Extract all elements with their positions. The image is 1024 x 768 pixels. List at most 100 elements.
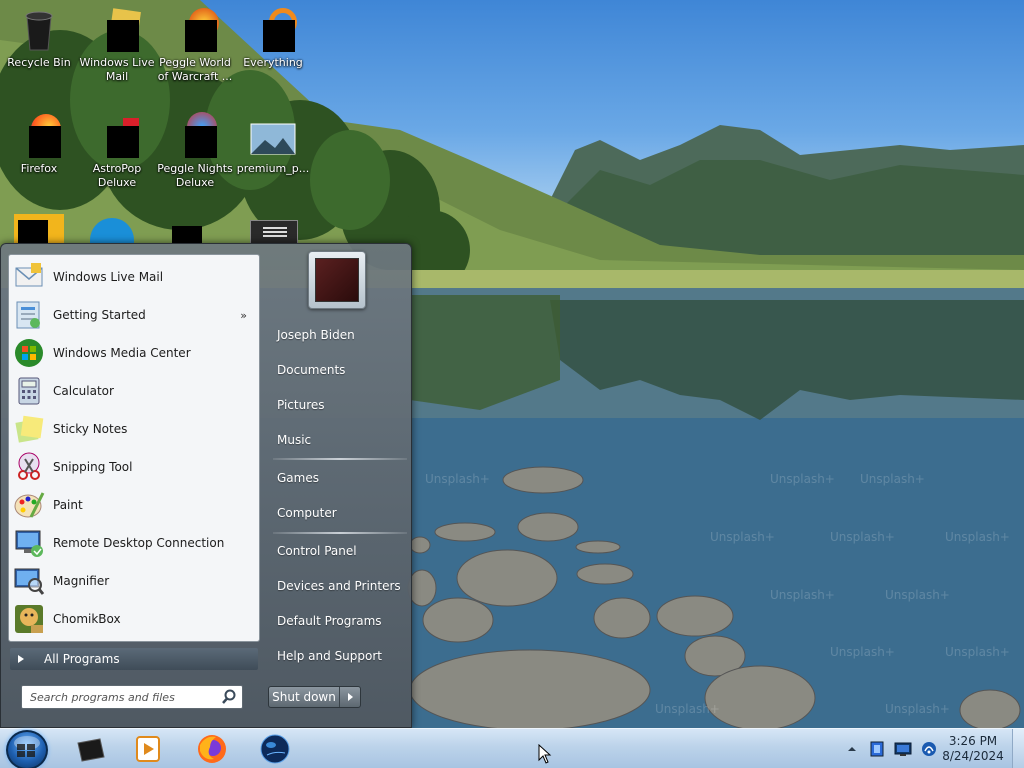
clock-date: 8/24/2024 <box>942 749 1004 763</box>
desktop-icon-label: Recycle Bin <box>7 56 71 69</box>
show-desktop-button[interactable] <box>1012 729 1024 768</box>
watermark-text: Unsplash+ <box>885 588 950 602</box>
partial-desktop-icon <box>14 214 64 244</box>
desktop-icon-peggle-nights[interactable]: Peggle Nights Deluxe <box>156 112 234 190</box>
start-program-chomikbox[interactable]: ChomikBox <box>13 601 257 637</box>
start-button[interactable] <box>6 730 48 768</box>
start-program-getting-started[interactable]: Getting Started » <box>13 297 257 333</box>
scissors-icon <box>18 452 40 480</box>
getting-started-icon <box>16 301 40 329</box>
watermark-text: Unsplash+ <box>860 472 925 486</box>
watermark-text: Unsplash+ <box>885 702 950 716</box>
taskbar-media-player[interactable] <box>130 733 166 765</box>
game-icon <box>93 112 141 160</box>
search-icon[interactable] <box>220 688 238 706</box>
network-icon[interactable] <box>920 740 938 758</box>
desktop-icon-everything[interactable]: Everything <box>234 6 312 70</box>
start-link-documents[interactable]: Documents <box>267 355 407 385</box>
partial-desktop-icon <box>250 220 298 244</box>
windows-logo-icon <box>17 744 35 757</box>
game-icon <box>171 112 219 160</box>
desktop-icon-peggle-wow[interactable]: Peggle World of Warcraft ... <box>156 6 234 84</box>
taskbar-globe-app[interactable] <box>257 733 293 765</box>
desktop-icon-label: premium_p... <box>236 162 310 175</box>
desktop-icon-premium-image[interactable]: premium_p... <box>234 112 312 176</box>
monitor-icon[interactable] <box>894 740 912 758</box>
start-program-windows-media-center[interactable]: Windows Media Center <box>13 335 257 371</box>
shutdown-options-button[interactable] <box>340 687 360 707</box>
start-link-devices-printers[interactable]: Devices and Printers <box>267 571 407 601</box>
start-link-help-support[interactable]: Help and Support <box>267 641 407 671</box>
start-link-pictures[interactable]: Pictures <box>267 390 407 420</box>
magnifier-icon <box>14 568 45 595</box>
start-program-paint[interactable]: Paint <box>13 487 257 523</box>
expand-arrow-icon <box>18 655 24 663</box>
clock-time: 3:26 PM <box>948 734 998 748</box>
start-search-box[interactable] <box>21 685 243 709</box>
calculator-icon <box>18 377 40 405</box>
watermark-text: Unsplash+ <box>830 645 895 659</box>
start-link-games[interactable]: Games <box>267 463 407 493</box>
start-program-calculator[interactable]: Calculator <box>13 373 257 409</box>
start-program-sticky-notes[interactable]: Sticky Notes <box>13 411 257 447</box>
desktop-icon-label: AstroPop Deluxe <box>92 162 142 189</box>
game-icon <box>171 6 219 54</box>
taskbar: 3:26 PM 8/24/2024 <box>0 728 1024 768</box>
firefox-icon <box>198 735 226 763</box>
desktop-icon-windows-live-mail[interactable]: Windows Live Mail <box>78 6 156 84</box>
user-avatar[interactable] <box>308 251 366 309</box>
watermark-text: Unsplash+ <box>945 530 1010 544</box>
remote-desktop-icon <box>15 530 43 557</box>
start-link-music[interactable]: Music <box>267 425 407 455</box>
media-player-icon <box>136 736 160 762</box>
start-menu-programs-pane: Windows Live Mail Getting Started » Wind… <box>8 254 260 642</box>
taskbar-firefox[interactable] <box>194 733 230 765</box>
desktop-icon-label: Everything <box>243 56 303 69</box>
start-program-windows-live-mail[interactable]: Windows Live Mail <box>13 259 257 295</box>
show-hidden-icons-icon[interactable] <box>846 743 858 755</box>
watermark-text: Unsplash+ <box>655 702 720 716</box>
mouse-cursor-icon <box>538 744 552 764</box>
firefox-icon <box>15 112 63 160</box>
start-link-computer[interactable]: Computer <box>267 498 407 528</box>
taskbar-pinned-app[interactable] <box>72 733 108 765</box>
desktop-icon-astropop[interactable]: AstroPop Deluxe <box>78 112 156 190</box>
watermark-text: Unsplash+ <box>945 645 1010 659</box>
shutdown-button[interactable]: Shut down <box>269 687 340 707</box>
system-tray <box>846 729 938 768</box>
start-program-snipping-tool[interactable]: Snipping Tool <box>13 449 257 485</box>
sticky-notes-icon <box>15 415 44 443</box>
submenu-arrow-icon[interactable]: » <box>240 309 247 322</box>
taskbar-clock[interactable]: 3:26 PM 8/24/2024 <box>940 734 1006 764</box>
menu-separator <box>273 532 407 534</box>
watermark-text: Unsplash+ <box>830 530 895 544</box>
watermark-text: Unsplash+ <box>710 530 775 544</box>
start-program-remote-desktop[interactable]: Remote Desktop Connection <box>13 525 257 561</box>
start-link-user-folder[interactable]: Joseph Biden <box>267 320 407 350</box>
start-program-magnifier[interactable]: Magnifier <box>13 563 257 599</box>
mail-icon <box>93 6 141 54</box>
start-menu: Windows Live Mail Getting Started » Wind… <box>0 243 412 728</box>
watermark-text: Unsplash+ <box>770 588 835 602</box>
desktop-icon-label: Peggle Nights Deluxe <box>157 162 233 189</box>
paint-palette-icon <box>14 492 45 518</box>
menu-separator <box>273 458 407 460</box>
recycle-bin-icon <box>15 6 63 54</box>
watermark-text: Unsplash+ <box>425 472 490 486</box>
shutdown-control: Shut down <box>268 686 361 708</box>
chomikbox-icon <box>15 605 43 633</box>
all-programs-label: All Programs <box>44 652 120 666</box>
blue-app-icon[interactable] <box>868 740 886 758</box>
all-programs-button[interactable]: All Programs <box>10 648 258 670</box>
mail-icon <box>15 263 43 287</box>
start-link-default-programs[interactable]: Default Programs <box>267 606 407 636</box>
image-file-icon <box>249 112 297 160</box>
black-app-icon <box>77 738 105 762</box>
desktop-icon-firefox[interactable]: Firefox <box>0 112 78 176</box>
watermark-text: Unsplash+ <box>770 472 835 486</box>
start-link-control-panel[interactable]: Control Panel <box>267 536 407 566</box>
search-app-icon <box>249 6 297 54</box>
search-input[interactable] <box>22 686 220 708</box>
desktop-icon-recycle-bin[interactable]: Recycle Bin <box>0 6 78 70</box>
media-center-icon <box>15 339 43 367</box>
